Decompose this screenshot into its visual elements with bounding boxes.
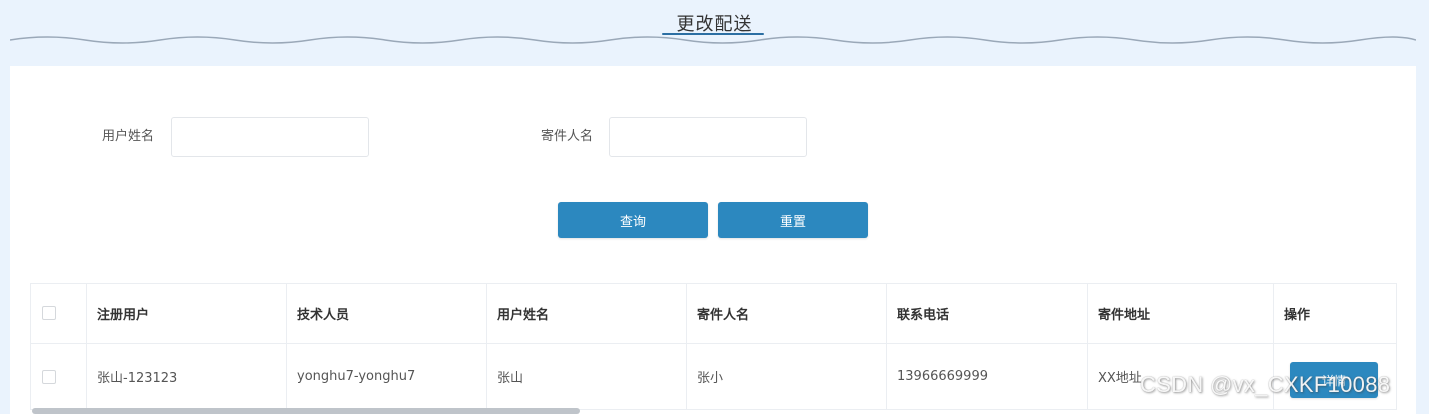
- page-header: 更改配送: [0, 0, 1429, 60]
- row-checkbox[interactable]: [42, 370, 56, 384]
- query-button[interactable]: 查询: [558, 202, 708, 238]
- header-phone: 联系电话: [886, 283, 1088, 344]
- reset-button[interactable]: 重置: [718, 202, 868, 238]
- cell-technician: yonghu7-yonghu7: [286, 343, 487, 410]
- sender-name-input[interactable]: [609, 117, 807, 157]
- header-registered-user: 注册用户: [86, 283, 287, 344]
- header-action: 操作: [1273, 283, 1397, 344]
- cell-registered-user: 张山-123123: [86, 343, 287, 410]
- header-user-name: 用户姓名: [486, 283, 687, 344]
- user-name-input[interactable]: [171, 117, 369, 157]
- header-sender-name: 寄件人名: [686, 283, 887, 344]
- select-all-checkbox[interactable]: [42, 306, 56, 320]
- header-address: 寄件地址: [1087, 283, 1274, 344]
- table-header-row: 注册用户 技术人员 用户姓名 寄件人名 联系电话 寄件地址 操作: [30, 283, 1397, 344]
- row-checkbox-cell: [30, 343, 87, 410]
- cell-sender-name: 张小: [686, 343, 887, 410]
- horizontal-scrollbar[interactable]: [32, 408, 580, 414]
- header-checkbox-cell: [30, 283, 87, 344]
- user-name-label: 用户姓名: [102, 129, 155, 144]
- watermark-text: CSDN @vx_CXKF10088: [1140, 372, 1391, 397]
- cell-phone: 13966669999: [886, 343, 1088, 410]
- sender-name-label: 寄件人名: [541, 129, 594, 144]
- cell-user-name: 张山: [486, 343, 687, 410]
- wave-divider: [10, 36, 1416, 44]
- main-panel: 用户姓名 寄件人名 查询 重置 注册用户 技术人员 用户姓名 寄件人名 联系电话…: [10, 66, 1416, 414]
- header-technician: 技术人员: [286, 283, 487, 344]
